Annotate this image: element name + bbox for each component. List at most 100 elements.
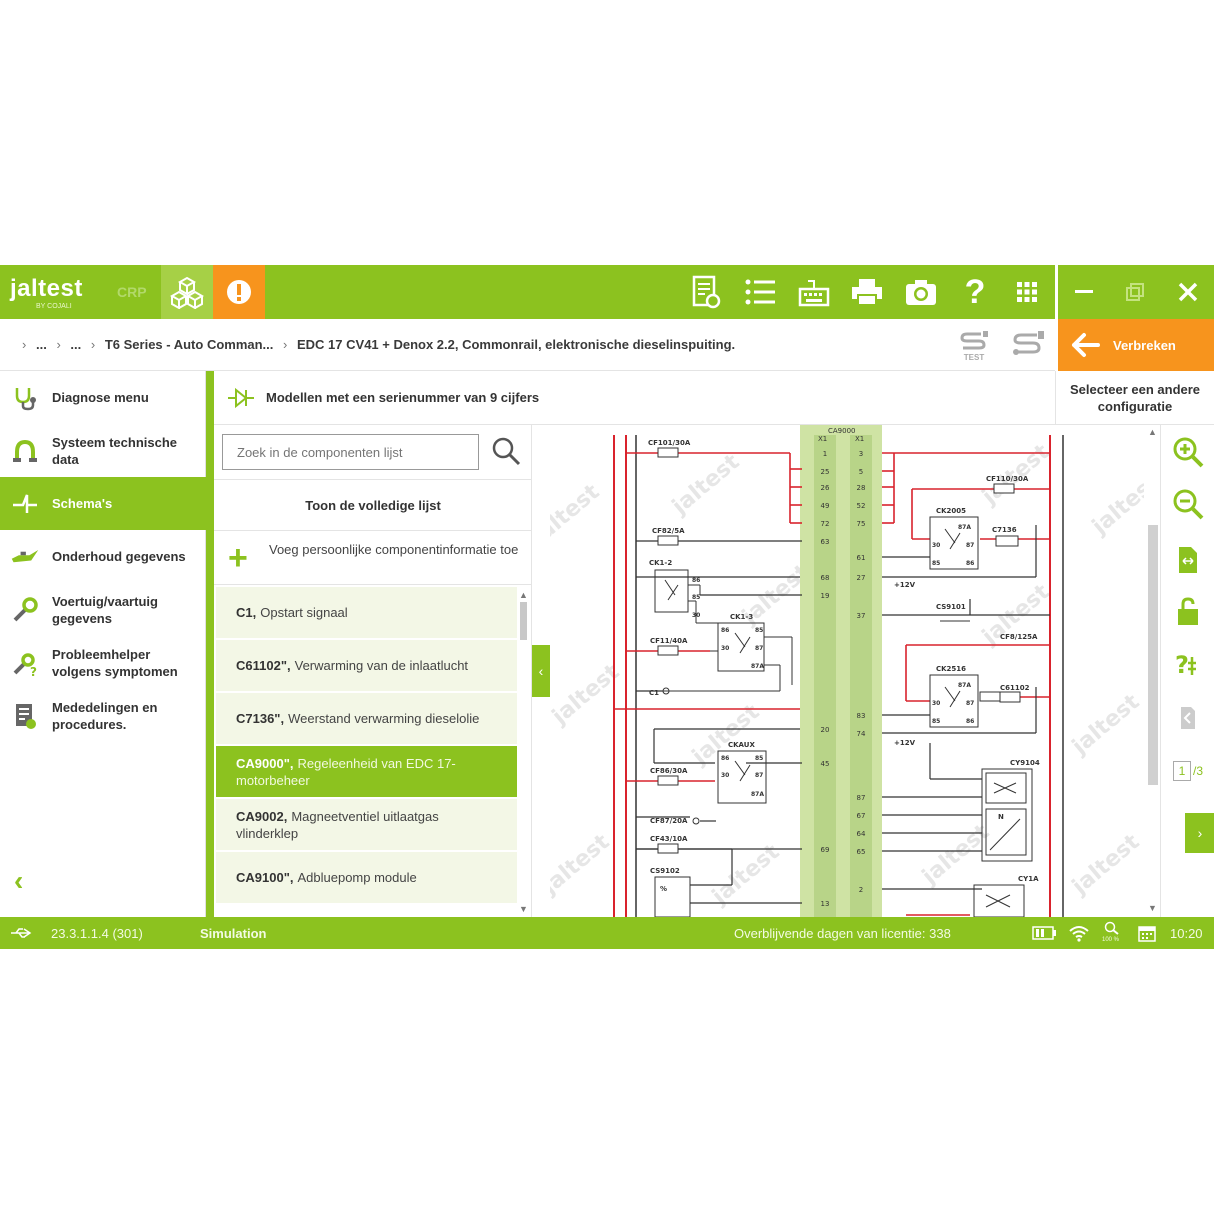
label-cy1a: CY1A [1018,875,1039,883]
connector-pin-label: 69 [821,846,830,854]
sidebar-item-label: Schema's [52,496,113,511]
watermark: jaltest [1087,469,1144,540]
sidebar-item-system-tech-data[interactable]: Systeem technische data [0,424,206,477]
component-search-input[interactable] [222,434,479,470]
label-ck2516: CK2516 [936,665,966,673]
connector-pin-label: 5 [859,468,863,476]
breadcrumb-item-1[interactable]: ... [36,337,47,352]
s-test-button[interactable]: TEST [954,331,994,362]
zoom-in-icon[interactable] [1171,435,1205,469]
close-icon[interactable] [1168,273,1208,311]
horseshoe-icon [10,436,40,466]
sidebar-item-vehicle-data[interactable]: Voertuig/vaartuig gegevens [0,583,206,636]
watermark: jaltest [550,829,615,900]
scroll-up-icon[interactable]: ▲ [1148,427,1157,437]
show-full-list-button[interactable]: Toon de volledige lijst [214,479,532,531]
select-other-config-button[interactable]: Selecteer een andere configuratie [1055,371,1214,425]
list-item[interactable]: C7136", Weerstand verwarming dieselolie [216,693,517,745]
scroll-up-icon[interactable]: ▲ [519,590,528,600]
sidebar-divider [206,371,214,917]
label-c7136: C7136 [992,526,1017,534]
help-icon[interactable]: ? [956,273,994,311]
sidebar: Diagnose menu Systeem technische data Sc… [0,371,206,917]
sidebar-item-problem-helper[interactable]: ? Probleemhelper volgens symptomen [0,636,206,689]
sidebar-item-notices[interactable]: Mededelingen en procedures. [0,689,206,742]
search-icon[interactable] [490,435,522,467]
logo-text: jaltest [10,275,83,302]
apps-grid-icon[interactable] [1008,273,1046,311]
cubes-button[interactable] [161,265,213,319]
sidebar-item-diagnose-menu[interactable]: Diagnose menu [0,371,206,424]
label-percent: % [660,885,667,893]
connector-pin-label: 83 [857,712,866,720]
list-item-selected[interactable]: CA9000", Regeleenheid van EDC 17-motorbeh… [216,746,517,798]
component-list: C1, Opstart signaal C61102", Verwarming va… [216,587,517,917]
list-item[interactable]: C1, Opstart signaal [216,587,517,639]
scroll-thumb[interactable] [520,602,527,640]
camera-icon[interactable] [902,273,940,311]
diagram-toolbar: ? 1/3 › [1160,425,1214,917]
current-page[interactable]: 1 [1173,761,1191,781]
scroll-down-icon[interactable]: ▼ [519,904,528,914]
version-text: 23.3.1.1.4 (301) [51,926,143,941]
zoom-level-icon [1104,921,1119,935]
zoom-out-icon[interactable] [1171,487,1205,521]
app-window: jaltest BY COJALI CRP ? › ... › ... › T6… [0,265,1214,949]
list-item[interactable]: C61102", Verwarming van de inlaatlucht [216,640,517,692]
printer-icon[interactable] [848,273,886,311]
breadcrumb-item-3[interactable]: T6 Series - Auto Comman... [105,337,274,352]
connector-pin-label: 87 [857,794,866,802]
alert-button[interactable] [213,265,265,319]
window-controls [1055,265,1214,319]
diagram-scrollbar[interactable]: ▲ ▼ [1146,425,1160,917]
list-icon[interactable] [741,273,779,311]
watermark: jaltest [550,479,605,550]
keyboard-icon[interactable] [795,273,833,311]
sidebar-item-label: Probleemhelper volgens symptomen [52,646,178,679]
diagram-scroll-thumb[interactable] [1148,525,1158,785]
wiring-diagram[interactable]: jaltest jaltest jaltest jaltest jaltest … [550,425,1144,917]
stethoscope-icon [10,383,40,413]
calendar-icon [1138,926,1156,942]
pin-label: 87 [966,542,974,549]
next-page-button[interactable]: › [1185,813,1214,853]
connector-left-label: X1 [818,435,827,443]
sidebar-item-label: Mededelingen en procedures. [52,699,158,732]
component-help-icon[interactable]: ? [1171,647,1205,681]
pin-label: 87 [755,772,763,779]
minimize-icon[interactable] [1064,273,1104,311]
restore-icon[interactable] [1115,273,1155,311]
pin-label: 85 [755,755,763,762]
clock-text: 10:20 [1170,926,1203,941]
document-icon [10,701,40,731]
label-ck1-2: CK1-2 [649,559,672,567]
wiring-diagram-svg: jaltest jaltest jaltest jaltest jaltest … [550,425,1144,917]
collapse-list-tab[interactable]: ‹ [532,645,550,697]
sidebar-item-label: Systeem technische data [52,434,178,467]
label-plus12v-b: +12V [894,739,916,747]
breadcrumb-item-2[interactable]: ... [70,337,81,352]
report-icon[interactable] [687,273,725,311]
crp-label: CRP [117,284,147,300]
breadcrumb-trail: › ... › ... › T6 Series - Auto Comman...… [16,337,735,352]
list-item[interactable]: CA9100", Adbluepomp module [216,852,517,904]
add-component-info-button[interactable]: + Voeg persoonlijke componentinformatie … [214,531,532,585]
chevron-right-icon: › [1197,825,1203,841]
breadcrumb: › ... › ... › T6 Series - Auto Comman...… [0,319,1055,371]
collapse-sidebar-icon[interactable]: ‹ [14,865,23,897]
pin-label: 86 [721,755,729,762]
scroll-down-icon[interactable]: ▼ [1148,903,1157,913]
list-scrollbar[interactable]: ▲ ▼ [519,590,528,915]
disconnect-button[interactable]: Verbreken [1055,319,1214,371]
sidebar-item-maintenance[interactable]: Onderhoud gegevens [0,530,206,583]
fit-page-icon[interactable] [1171,543,1205,577]
disconnect-label: Verbreken [1113,338,1176,353]
s-connect-button[interactable] [1008,331,1048,361]
pin-label: 30 [692,612,700,619]
list-item[interactable]: CA9002, Magneetventiel uitlaatgas vlinder… [216,799,517,851]
sidebar-item-schemas[interactable]: Schema's [0,477,206,530]
unlock-icon[interactable] [1171,595,1205,629]
label-ckaux: CKAUX [728,741,755,749]
previous-page-icon[interactable] [1171,701,1205,735]
connector-pin-label: 75 [857,520,866,528]
